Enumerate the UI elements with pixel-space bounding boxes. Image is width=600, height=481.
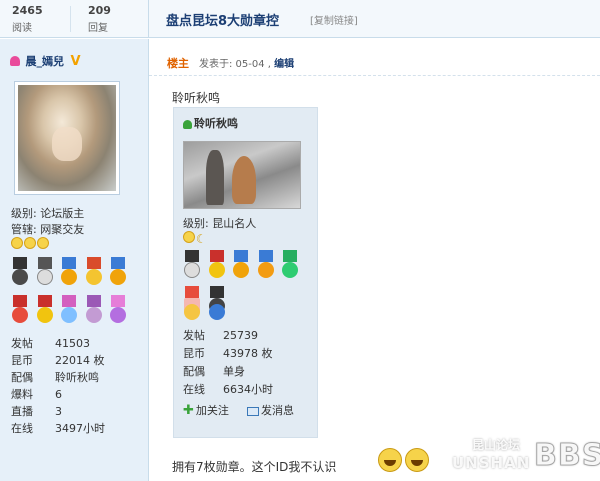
medal-row bbox=[11, 295, 130, 328]
laughing-emoji-icon bbox=[378, 448, 402, 472]
post-meta: 发表于: 05-04 , 编辑 bbox=[199, 59, 295, 70]
stat-online: 在线 3497小时 bbox=[11, 422, 105, 435]
camera-medal-icon bbox=[11, 257, 29, 287]
add-follow-button[interactable]: ✚ 加关注 bbox=[183, 402, 229, 418]
embed-stat-coins: 昆币 43978 枚 bbox=[183, 347, 273, 360]
stat-spouse: 配偶 聆听秋鸣 bbox=[11, 371, 99, 384]
sword-medal-icon bbox=[183, 250, 201, 280]
stat-posts: 发帖 41503 bbox=[11, 337, 90, 350]
replies-stat: 209 回复 bbox=[88, 4, 111, 34]
helmet-medal-icon bbox=[208, 304, 226, 320]
embed-avatar bbox=[183, 141, 301, 209]
site-watermark: 昆山论坛 UNSHAN BBS bbox=[448, 432, 600, 477]
sword-medal-icon bbox=[36, 295, 54, 325]
views-label: 阅读 bbox=[12, 23, 32, 34]
embed-username: 聆听秋鸣 bbox=[183, 115, 238, 131]
copy-link-button[interactable]: [复制链接] bbox=[310, 12, 358, 27]
sun-medal-icon bbox=[183, 304, 201, 320]
views-stat: 2465 阅读 bbox=[12, 4, 43, 34]
female-user-icon bbox=[10, 56, 20, 66]
replies-label: 回复 bbox=[88, 23, 108, 34]
smiley-rank-icon bbox=[37, 237, 49, 249]
blue-medal-icon bbox=[232, 250, 250, 280]
embed-stat-spouse: 配偶 单身 bbox=[183, 365, 245, 378]
rank-icons bbox=[11, 237, 50, 252]
replies-count: 209 bbox=[88, 4, 111, 17]
laughing-emoji-icon bbox=[405, 448, 429, 472]
views-count: 2465 bbox=[12, 4, 43, 17]
thread-title[interactable]: 盘点昆坛8大勋章控 bbox=[166, 10, 279, 29]
snowflake-medal-icon bbox=[60, 295, 78, 325]
divider bbox=[148, 0, 149, 38]
username-link[interactable]: 晨_嫣兒 bbox=[26, 55, 65, 68]
smiley-rank-icon bbox=[24, 237, 36, 249]
anchor-medal-icon bbox=[109, 295, 127, 325]
red-medal-icon bbox=[11, 295, 29, 325]
watermark-text: UNSHAN bbox=[452, 454, 531, 472]
male-user-icon bbox=[183, 119, 192, 129]
user-level: 级别: 论坛版主 bbox=[11, 207, 85, 220]
embed-medal-row bbox=[183, 304, 229, 323]
smiley-rank-icon bbox=[183, 231, 195, 243]
embedded-user-card: 聆听秋鸣 级别: 昆山名人 ☾ 发帖 25739 昆币 43978 枚 配偶 单身 在… bbox=[173, 107, 318, 438]
clover-medal-icon bbox=[281, 250, 299, 280]
user-sidebar: 晨_嫣兒 V 级别: 论坛版主 管辖: 网聚交友 发帖 41503 昆币 22014… bbox=[0, 39, 149, 481]
mail-icon bbox=[247, 406, 259, 416]
avatar[interactable] bbox=[14, 81, 120, 195]
sun-medal-icon bbox=[60, 257, 78, 287]
embed-rank-icons: ☾ bbox=[183, 231, 208, 246]
smiley-rank-icon bbox=[11, 237, 23, 249]
red-medal-icon bbox=[208, 250, 226, 280]
stat-live: 直播 3 bbox=[11, 405, 62, 418]
post-header: 楼主 发表于: 05-04 , 编辑 bbox=[149, 40, 600, 76]
sword-medal-icon bbox=[36, 257, 54, 287]
user-management: 管辖: 网聚交友 bbox=[11, 223, 85, 236]
post-body-text: 拥有7枚勋章。这个ID我不认识 bbox=[172, 460, 337, 474]
vip-icon: V bbox=[70, 53, 81, 69]
user-line: 晨_嫣兒 V bbox=[10, 53, 81, 69]
plus-icon: ✚ bbox=[183, 403, 194, 418]
send-message-button[interactable]: 发消息 bbox=[247, 402, 294, 418]
sun-medal-icon bbox=[257, 250, 275, 280]
medal-row bbox=[11, 257, 130, 290]
star-medal-icon bbox=[85, 257, 103, 287]
edit-link[interactable]: 编辑 bbox=[274, 59, 294, 70]
embed-stat-posts: 发帖 25739 bbox=[183, 329, 258, 342]
watermark-logo: BBS bbox=[533, 438, 600, 474]
wing-medal-icon bbox=[109, 257, 127, 287]
stat-reports: 爆料 6 bbox=[11, 388, 62, 401]
embed-medal-row bbox=[183, 250, 302, 283]
divider bbox=[70, 6, 71, 32]
poster-badge: 楼主 bbox=[167, 57, 189, 70]
embed-level: 级别: 昆山名人 bbox=[183, 217, 257, 230]
flower-medal-icon bbox=[85, 295, 103, 325]
watermark-text: 昆山论坛 bbox=[472, 438, 521, 452]
stat-coins: 昆币 22014 枚 bbox=[11, 354, 105, 367]
embed-stat-online: 在线 6634小时 bbox=[183, 383, 273, 396]
moon-rank-icon: ☾ bbox=[196, 232, 207, 246]
post-intro: 聆听秋鸣 bbox=[172, 91, 221, 105]
thread-header: 2465 阅读 209 回复 盘点昆坛8大勋章控 [复制链接] bbox=[0, 0, 600, 38]
